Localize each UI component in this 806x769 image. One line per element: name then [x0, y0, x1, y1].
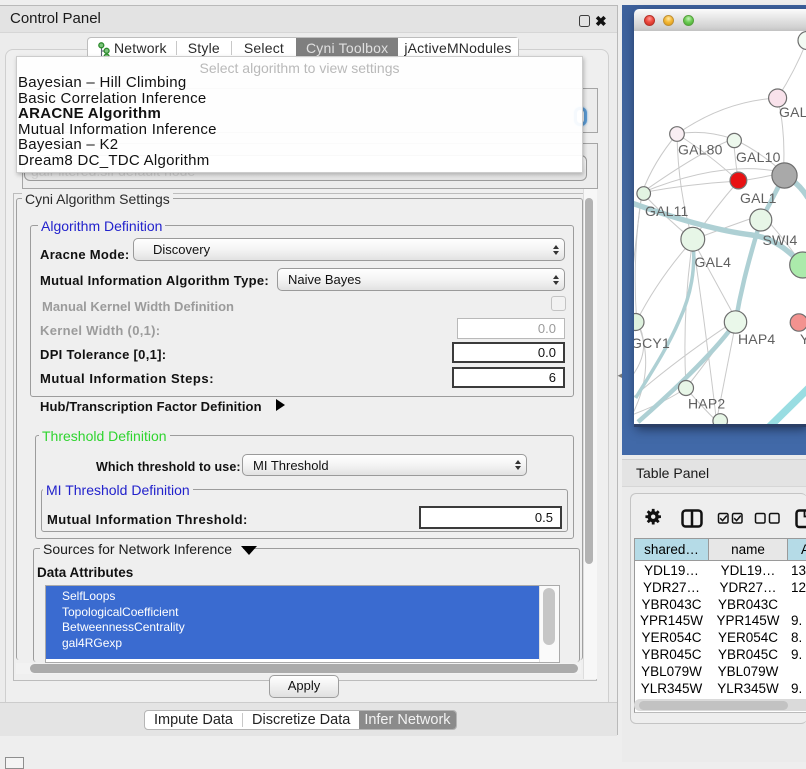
svg-text:Y: Y [800, 331, 806, 347]
svg-text:SWI4: SWI4 [763, 232, 798, 248]
svg-text:GAL11: GAL11 [645, 203, 689, 219]
svg-text:GAL80: GAL80 [678, 142, 723, 158]
svg-text:GAL10: GAL10 [736, 149, 781, 165]
svg-text:GAL1: GAL1 [740, 190, 777, 206]
svg-text:GCY1: GCY1 [634, 335, 670, 351]
svg-text:GAL: GAL [779, 104, 806, 120]
svg-text:HAP4: HAP4 [738, 331, 775, 347]
svg-text:HAP2: HAP2 [688, 396, 725, 412]
svg-text:GAL4: GAL4 [695, 254, 732, 270]
